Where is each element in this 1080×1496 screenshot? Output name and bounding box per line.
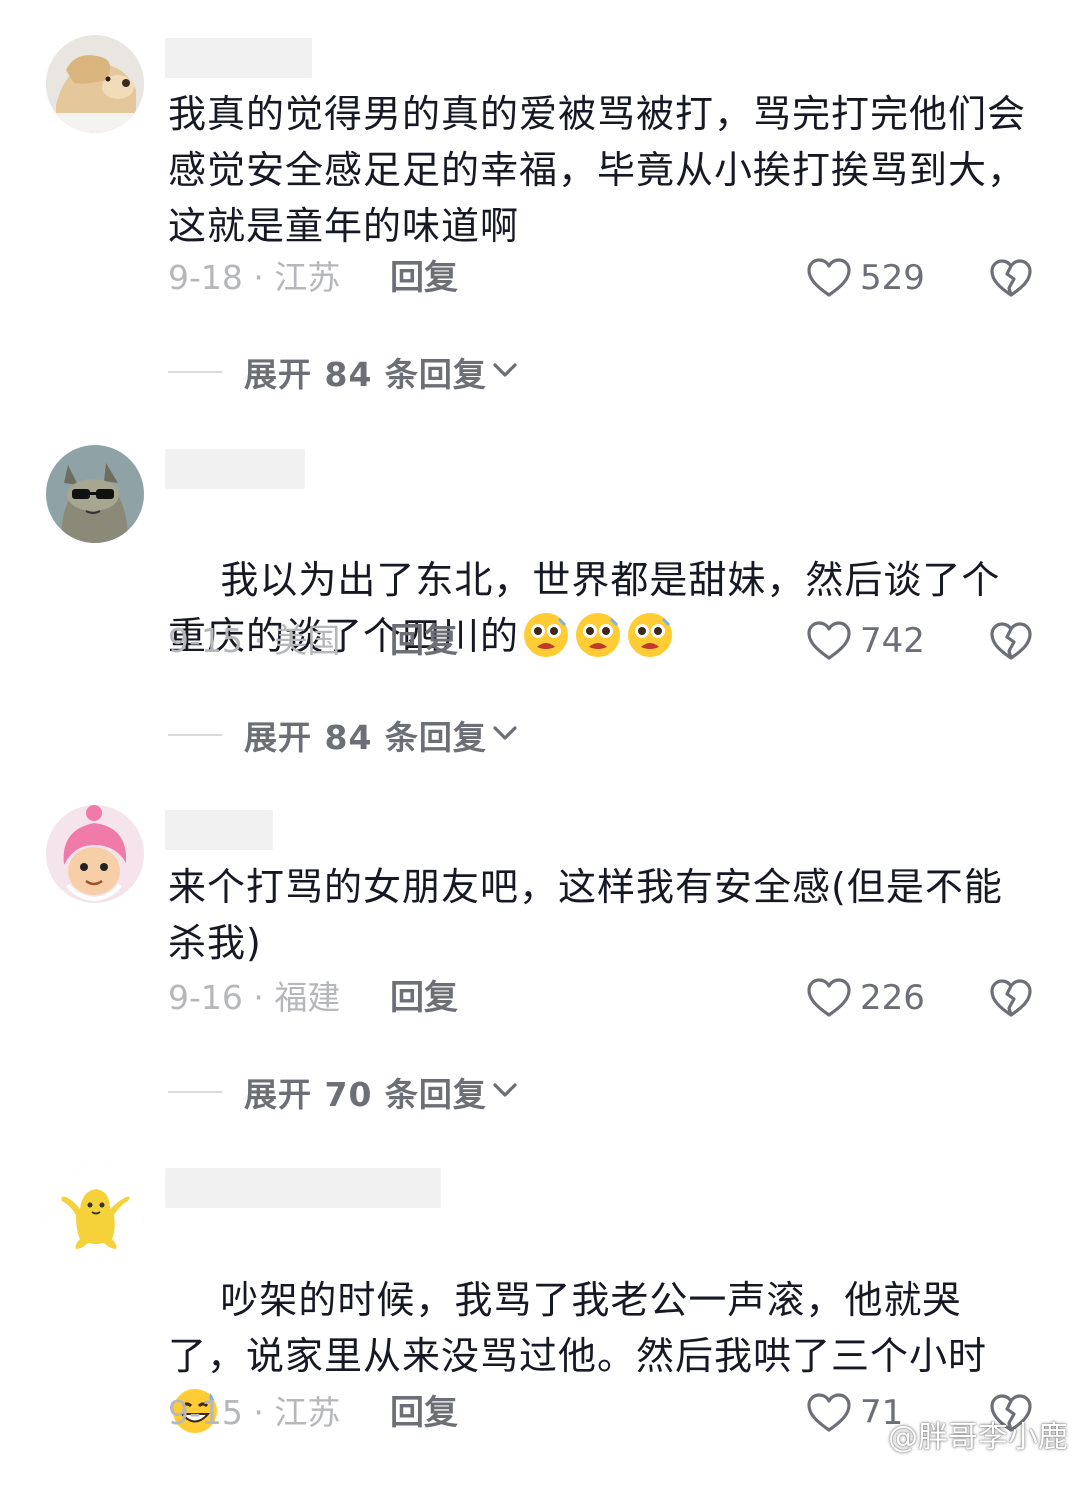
expand-replies-button[interactable]: 展开 84 条回复 bbox=[168, 710, 519, 760]
expand-divider bbox=[168, 371, 222, 373]
user-avatar[interactable] bbox=[46, 445, 144, 543]
expand-replies-label: 展开 84 条回复 bbox=[244, 718, 487, 757]
heart-icon bbox=[806, 620, 852, 662]
watermark-text: @胖哥李小鹿 bbox=[888, 1420, 1068, 1455]
like-count: 529 bbox=[860, 258, 925, 298]
username-placeholder[interactable] bbox=[165, 449, 305, 489]
reply-button[interactable]: 回复 bbox=[390, 1388, 458, 1438]
comment-text: 我真的觉得男的真的爱被骂被打，骂完打完他们会感觉安全感足足的幸福，毕竟从小挨打挨… bbox=[168, 92, 1027, 248]
weibo-watermark: @胖哥李小鹿 bbox=[848, 1412, 1068, 1456]
expand-divider bbox=[168, 1091, 222, 1093]
comment-text: 来个打骂的女朋友吧，这样我有安全感(但是不能杀我) bbox=[168, 865, 1003, 965]
like-count: 226 bbox=[860, 978, 925, 1018]
like-button[interactable]: 226 bbox=[806, 973, 925, 1023]
username-placeholder[interactable] bbox=[165, 38, 312, 78]
broken-heart-icon bbox=[989, 620, 1033, 662]
chevron-down-icon bbox=[487, 1080, 519, 1104]
dislike-button[interactable] bbox=[988, 616, 1034, 666]
broken-heart-icon bbox=[989, 257, 1033, 299]
user-avatar[interactable] bbox=[46, 1165, 144, 1263]
like-count: 742 bbox=[860, 621, 925, 661]
reply-button[interactable]: 回复 bbox=[390, 253, 458, 303]
like-button[interactable]: 742 bbox=[806, 616, 925, 666]
comment-date-location: 9-16 · 福建 bbox=[168, 978, 341, 1017]
expand-replies-label: 展开 70 条回复 bbox=[244, 1075, 487, 1114]
user-avatar[interactable] bbox=[46, 35, 144, 133]
comment-date-location: 9-18 · 江苏 bbox=[168, 258, 341, 297]
comment-text-container: 我以为出了东北，世界都是甜妹，然后谈了个重庆的谈了个四川的 bbox=[168, 496, 1038, 720]
dislike-button[interactable] bbox=[988, 253, 1034, 303]
comment-date-location: 9-15 · 美国 bbox=[168, 621, 341, 660]
username-placeholder[interactable] bbox=[165, 1168, 441, 1208]
pleading-emoji-icon bbox=[573, 609, 623, 659]
heart-icon bbox=[806, 1392, 852, 1434]
pleading-emoji-icon bbox=[521, 609, 571, 659]
dislike-button[interactable] bbox=[988, 973, 1034, 1023]
user-avatar[interactable] bbox=[46, 805, 144, 903]
comment-text: 吵架的时候，我骂了我老公一声滚，他就哭了，说家里从来没骂过他。然后我哄了三个小时 bbox=[168, 1278, 988, 1378]
pleading-emoji-icon bbox=[625, 609, 675, 659]
reply-button[interactable]: 回复 bbox=[390, 973, 458, 1023]
comment-date-location: 9-15 · 江苏 bbox=[168, 1393, 341, 1432]
like-button[interactable]: 529 bbox=[806, 253, 925, 303]
chevron-down-icon bbox=[487, 360, 519, 384]
heart-icon bbox=[806, 257, 852, 299]
reply-button[interactable]: 回复 bbox=[390, 616, 458, 666]
username-placeholder[interactable] bbox=[165, 810, 273, 850]
weibo-logo-icon bbox=[848, 1415, 888, 1453]
chevron-down-icon bbox=[487, 723, 519, 747]
expand-replies-button[interactable]: 展开 70 条回复 bbox=[168, 1067, 519, 1117]
broken-heart-icon bbox=[989, 977, 1033, 1019]
expand-replies-button[interactable]: 展开 84 条回复 bbox=[168, 347, 519, 397]
expand-divider bbox=[168, 734, 222, 736]
heart-icon bbox=[806, 977, 852, 1019]
expand-replies-label: 展开 84 条回复 bbox=[244, 355, 487, 394]
